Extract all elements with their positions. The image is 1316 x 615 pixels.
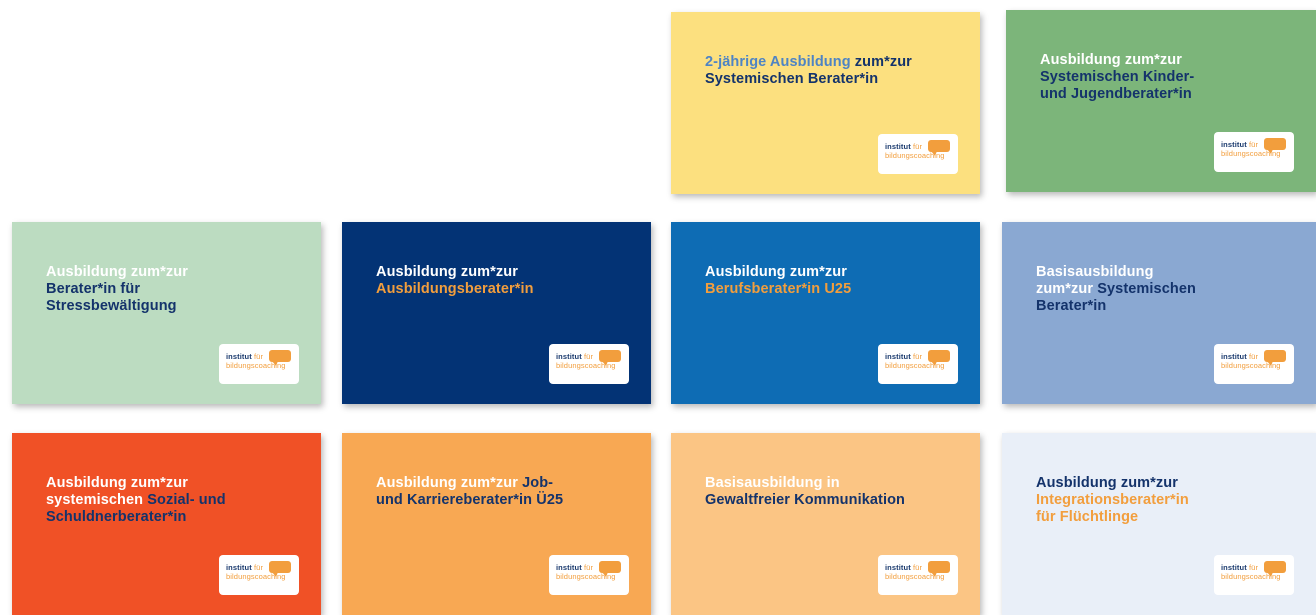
title-segment: Ausbildung zum*zur (705, 264, 847, 280)
speech-bubble-icon (1264, 350, 1286, 366)
card-kinder-jugendberater[interactable]: Ausbildung zum*zur Systemischen Kinder-un… (1006, 10, 1316, 192)
speech-bubble-icon (928, 350, 950, 366)
title-segment: Schuldnerberater*in (46, 509, 187, 525)
logo-line-2: bildungscoaching (885, 360, 945, 370)
institut-logo: institut für bildungscoaching (1214, 344, 1294, 384)
institut-logo: institut für bildungscoaching (878, 344, 958, 384)
title-segment: Job- (522, 475, 554, 491)
logo-line-2: bildungscoaching (556, 571, 616, 581)
logo-line-2: bildungscoaching (1221, 360, 1281, 370)
title-segment: Sozial- und (147, 492, 226, 508)
card-basisausbildung-systemisch[interactable]: Basisausbildung zum*zur Systemischen Berat… (1002, 222, 1316, 404)
title-segment: Ausbildung zum*zur (376, 264, 518, 280)
title-segment: Ausbildung zum*zur (376, 475, 523, 491)
card-ausbildungsberater[interactable]: Ausbildung zum*zur Ausbildungsberater*in … (342, 222, 651, 404)
logo-line-2: bildungscoaching (1221, 148, 1281, 158)
title-segment: zum*zur (854, 54, 912, 70)
institut-logo: institut für bildungscoaching (1214, 132, 1294, 172)
card-sozial-schuldnerberater[interactable]: Ausbildung zum*zur systemischen Sozial- u… (12, 433, 321, 615)
title-segment: Ausbildung zum*zur (46, 475, 188, 491)
institut-logo: institut für bildungscoaching (878, 555, 958, 595)
title-segment: Systemischen Kinder- (1040, 69, 1195, 85)
logo-line-2: bildungscoaching (556, 360, 616, 370)
title-segment: Systemischen Berater*in (705, 71, 879, 87)
course-title: Ausbildung zum*zur Integrationsberater*in… (1036, 475, 1286, 526)
speech-bubble-icon (599, 350, 621, 366)
logo-line-2: bildungscoaching (885, 150, 945, 160)
course-title: Ausbildung zum*zur Berufsberater*in U25 (705, 264, 950, 298)
title-segment: Basisausbildung in (705, 475, 840, 491)
title-segment: und Jugendberater*in (1040, 86, 1192, 102)
title-segment: für Flüchtlinge (1036, 509, 1139, 525)
title-segment: Ausbildung zum*zur (1036, 475, 1178, 491)
title-segment: zum*zur (1036, 281, 1098, 297)
institut-logo: institut für bildungscoaching (549, 344, 629, 384)
title-segment: Systemischen (1097, 281, 1196, 297)
institut-logo: institut für bildungscoaching (219, 344, 299, 384)
logo-line-2: bildungscoaching (226, 571, 286, 581)
logo-line-2: bildungscoaching (1221, 571, 1281, 581)
title-segment: Berufsberater*in U25 (705, 281, 852, 297)
card-stressbewaeltigung[interactable]: Ausbildung zum*zur Berater*in für Stressbe… (12, 222, 321, 404)
logo-line-2: bildungscoaching (226, 360, 286, 370)
institut-logo: institut für bildungscoaching (549, 555, 629, 595)
course-title: Basisausbildung zum*zur Systemischen Berat… (1036, 264, 1286, 315)
title-segment: Ausbildung zum*zur (1040, 52, 1182, 68)
institut-logo: institut für bildungscoaching (878, 134, 958, 174)
course-title: Ausbildung zum*zur Ausbildungsberater*in (376, 264, 621, 298)
title-segment: Stressbewältigung (46, 298, 177, 314)
course-title: Ausbildung zum*zur systemischen Sozial- u… (46, 475, 291, 526)
course-title: Ausbildung zum*zur Systemischen Kinder-un… (1040, 52, 1286, 103)
speech-bubble-icon (269, 561, 291, 577)
title-segment: Berater*in für (46, 281, 141, 297)
card-gewaltfreie-kommunikation[interactable]: Basisausbildung in Gewaltfreier Kommunika… (671, 433, 980, 615)
institut-logo: institut für bildungscoaching (1214, 555, 1294, 595)
title-segment: 2-jährige Ausbildung (705, 54, 855, 70)
course-title: Basisausbildung in Gewaltfreier Kommunika… (705, 475, 950, 509)
title-segment: Ausbildungsberater*in (376, 281, 534, 297)
card-systemischer-berater-2j[interactable]: 2-jährige Ausbildung zum*zur Systemischen… (671, 12, 980, 194)
title-segment: systemischen (46, 492, 148, 508)
title-segment: Berater*in (1036, 298, 1107, 314)
title-segment: und Karriereberater*in Ü25 (376, 492, 564, 508)
title-segment: Gewaltfreier Kommunikation (705, 492, 905, 508)
title-segment: Basisausbildung (1036, 264, 1154, 280)
institut-logo: institut für bildungscoaching (219, 555, 299, 595)
logo-line-2: bildungscoaching (885, 571, 945, 581)
course-title: Ausbildung zum*zur Berater*in für Stressbe… (46, 264, 291, 315)
speech-bubble-icon (1264, 561, 1286, 577)
title-segment: Integrationsberater*in (1036, 492, 1189, 508)
speech-bubble-icon (599, 561, 621, 577)
speech-bubble-icon (1264, 138, 1286, 154)
speech-bubble-icon (928, 140, 950, 156)
course-title: 2-jährige Ausbildung zum*zur Systemischen… (705, 54, 950, 88)
course-title: Ausbildung zum*zur Job-und Karriereberat… (376, 475, 621, 509)
card-integrationsberater[interactable]: Ausbildung zum*zur Integrationsberater*in… (1002, 433, 1316, 615)
speech-bubble-icon (928, 561, 950, 577)
card-berufsberater-u25[interactable]: Ausbildung zum*zur Berufsberater*in U25 i… (671, 222, 980, 404)
title-segment: Ausbildung zum*zur (46, 264, 188, 280)
speech-bubble-icon (269, 350, 291, 366)
card-karriereberater-ue25[interactable]: Ausbildung zum*zur Job-und Karriereberat… (342, 433, 651, 615)
